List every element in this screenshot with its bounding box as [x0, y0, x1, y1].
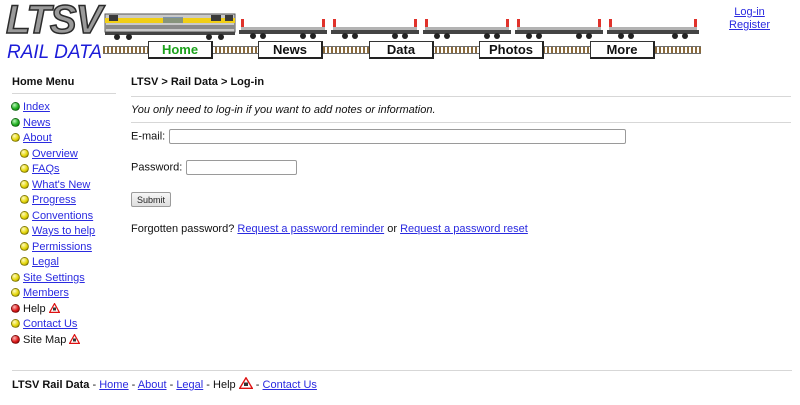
nav-tab-news[interactable]: News	[258, 41, 323, 59]
yellow-status-dot-icon	[11, 319, 20, 328]
footer-separator: -	[206, 379, 210, 391]
sidebar-item-label[interactable]: Permissions	[32, 241, 92, 253]
password-label: Password:	[131, 161, 183, 174]
footer-help-text: Help	[213, 379, 236, 391]
sidebar-item-label: Site Map	[23, 333, 67, 346]
red-status-dot-icon	[11, 303, 20, 313]
footer-divider	[12, 370, 792, 371]
footer-about-link[interactable]: About	[138, 379, 167, 391]
or-text: or	[387, 223, 397, 235]
nav-tab-photos[interactable]: Photos	[479, 41, 544, 59]
sidebar-item-label[interactable]: Progress	[32, 194, 76, 206]
footer-contact-link[interactable]: Contact Us	[263, 379, 317, 391]
nav-tab-data[interactable]: Data	[369, 41, 434, 59]
sidebar-item-index[interactable]: Index	[0, 100, 118, 116]
footer: LTSV Rail Data - Home - About - Legal - …	[12, 377, 317, 391]
sidebar-item-label[interactable]: Conventions	[32, 210, 93, 222]
sidebar-item-label[interactable]: Overview	[32, 148, 78, 160]
sidebar-item-label[interactable]: About	[23, 132, 52, 144]
sidebar-item-label: Help	[23, 302, 46, 315]
password-reset-link[interactable]: Request a password reset	[400, 223, 528, 235]
sidebar-item-label[interactable]: Index	[23, 101, 50, 113]
sidebar-item-label[interactable]: What's New	[32, 179, 90, 191]
sidebar-item-members[interactable]: Members	[0, 286, 118, 302]
footer-home-link[interactable]: Home	[99, 379, 128, 391]
sidebar-item-label[interactable]: Ways to help	[32, 225, 95, 237]
yellow-status-dot-icon	[20, 257, 29, 266]
intro-text: You only need to log-in if you want to a…	[131, 104, 791, 123]
site-logo[interactable]: LTSV RAIL DATA	[5, 0, 103, 64]
site-banner: LTSV RAIL DATA Home News Data Photos Mor…	[0, 0, 800, 68]
sidebar-item-help: Help	[0, 302, 118, 318]
footer-legal-link[interactable]: Legal	[176, 379, 203, 391]
sidebar-item-news[interactable]: News	[0, 116, 118, 132]
sidebar-item-faqs[interactable]: FAQs	[0, 162, 118, 178]
register-link[interactable]: Register	[729, 19, 770, 32]
password-field[interactable]	[186, 160, 298, 175]
footer-separator: -	[169, 379, 174, 391]
sidebar-item-contact-us[interactable]: Contact Us	[0, 317, 118, 333]
sidebar-title: Home Menu	[12, 76, 116, 94]
email-label: E-mail:	[131, 130, 166, 143]
sidebar-item-label[interactable]: Contact Us	[23, 318, 77, 330]
nav-tab-home[interactable]: Home	[148, 41, 213, 59]
logo-ltsv-text: LTSV	[5, 0, 103, 43]
forgot-password-text: Forgotten password?	[131, 223, 235, 235]
sidebar-item-site-map: Site Map	[0, 333, 118, 349]
train-banner-illustration	[104, 13, 699, 40]
sidebar-item-legal[interactable]: Legal	[0, 255, 118, 271]
yellow-status-dot-icon	[20, 164, 29, 173]
sidebar-item-label[interactable]: Site Settings	[23, 272, 85, 284]
sidebar-item-progress[interactable]: Progress	[0, 193, 118, 209]
yellow-status-dot-icon	[11, 272, 20, 282]
submit-row: Submit	[131, 192, 172, 207]
logo-rail-data-text: RAIL DATA	[7, 42, 103, 63]
green-status-dot-icon	[11, 102, 20, 111]
sidebar-item-label[interactable]: FAQs	[32, 163, 60, 175]
yellow-status-dot-icon	[20, 195, 29, 204]
email-row: E-mail:	[131, 129, 627, 144]
yellow-status-dot-icon	[11, 133, 20, 142]
sidebar-item-ways-to-help[interactable]: Ways to help	[0, 224, 118, 240]
footer-separator: -	[131, 379, 136, 391]
password-reminder-link[interactable]: Request a password reminder	[237, 223, 384, 235]
footer-separator: -	[255, 379, 260, 391]
sidebar-item-label[interactable]: Legal	[32, 256, 59, 268]
yellow-status-dot-icon	[20, 148, 29, 158]
footer-brand: LTSV Rail Data	[12, 379, 90, 391]
yellow-status-dot-icon	[20, 241, 29, 251]
sidebar-item-label[interactable]: Members	[23, 287, 69, 299]
warning-icon	[238, 377, 253, 389]
email-field[interactable]	[169, 129, 627, 144]
main-content: LTSV > Rail Data > Log-in You only need …	[131, 68, 791, 235]
login-link[interactable]: Log-in	[729, 6, 770, 19]
yellow-status-dot-icon	[20, 179, 29, 189]
yellow-status-dot-icon	[20, 210, 29, 220]
auth-links: Log-in Register	[729, 6, 770, 32]
yellow-status-dot-icon	[20, 226, 29, 235]
sidebar-item-label[interactable]: News	[23, 117, 51, 129]
nav-tab-more[interactable]: More	[590, 41, 655, 59]
yellow-status-dot-icon	[11, 288, 20, 297]
sidebar-item-about[interactable]: About	[0, 131, 118, 147]
green-status-dot-icon	[11, 117, 20, 127]
sidebar: Home Menu Index News About Overview FAQs What…	[0, 68, 118, 348]
footer-separator: -	[92, 379, 97, 391]
sidebar-item-what-s-new[interactable]: What's New	[0, 178, 118, 194]
sidebar-menu: Index News About Overview FAQs What's New Prog…	[0, 100, 118, 348]
submit-button[interactable]: Submit	[131, 192, 172, 207]
sidebar-item-permissions[interactable]: Permissions	[0, 240, 118, 256]
forgot-password-row: Forgotten password? Request a password r…	[131, 223, 528, 235]
sidebar-item-overview[interactable]: Overview	[0, 147, 118, 163]
warning-icon	[48, 302, 60, 313]
sidebar-item-conventions[interactable]: Conventions	[0, 209, 118, 225]
sidebar-item-site-settings[interactable]: Site Settings	[0, 271, 118, 287]
password-row: Password:	[131, 160, 298, 175]
warning-icon	[69, 333, 81, 344]
breadcrumb: LTSV > Rail Data > Log-in	[131, 76, 791, 97]
red-status-dot-icon	[11, 334, 20, 344]
